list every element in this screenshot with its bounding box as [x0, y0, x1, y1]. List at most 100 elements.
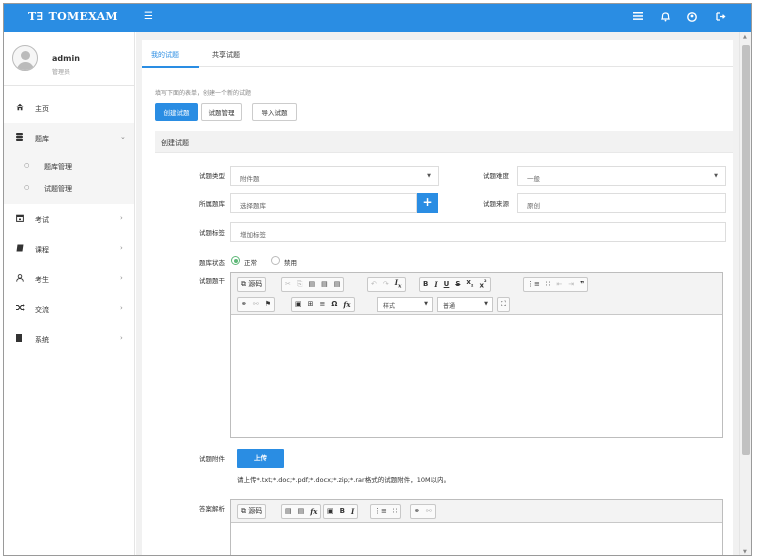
maximize-icon[interactable]: ⛶: [498, 298, 509, 311]
sidebar-subitem-label: 题库管理: [44, 163, 72, 171]
link-icon[interactable]: ⚭: [238, 298, 250, 311]
text-style-group: B I U S x₂ x²: [419, 277, 491, 292]
analysis-label: 答案解析: [199, 505, 225, 513]
avatar[interactable]: [12, 45, 38, 71]
image-icon[interactable]: ▣: [292, 298, 305, 311]
sidebar-item-system[interactable]: 系统 ›: [4, 324, 134, 354]
sidebar-item-question-bank[interactable]: 题库 ⌄: [4, 123, 134, 153]
sidebar-item-forum[interactable]: 交流 ›: [4, 294, 134, 324]
unlink-icon[interactable]: ⚯: [423, 505, 435, 518]
source-button[interactable]: ⧉ 源码: [237, 504, 267, 519]
content-panel: 我的试题 共享试题 填写下面的表单，创建一个新的试题 创建试题 试题管理 导入试…: [142, 40, 733, 555]
sidebar-subitem-bank-manage[interactable]: ○ 题库管理: [4, 156, 134, 178]
scroll-up-icon[interactable]: ▲: [743, 34, 747, 40]
source-button[interactable]: ⧉ 源码: [237, 277, 267, 292]
paste-word-icon[interactable]: ▤: [295, 505, 308, 518]
status-normal-radio[interactable]: [231, 256, 240, 265]
sidebar-item-label: 课程: [35, 246, 49, 254]
home-icon: [16, 103, 24, 113]
upload-button[interactable]: 上传: [237, 449, 284, 468]
add-bank-button[interactable]: +: [417, 193, 438, 213]
chevron-down-icon: ⌄: [120, 133, 126, 141]
redo-icon[interactable]: ↷: [380, 278, 392, 291]
formula-icon[interactable]: fx: [340, 298, 353, 311]
anchor-icon[interactable]: ⚑: [262, 298, 274, 311]
chevron-right-icon: ›: [120, 304, 123, 312]
blockquote-icon[interactable]: ❞: [577, 278, 587, 291]
maximize-group: ⛶: [497, 297, 510, 312]
caret-down-icon: ▼: [427, 173, 431, 179]
bulleted-list-icon[interactable]: ∷: [390, 505, 400, 518]
strikethrough-icon[interactable]: S: [452, 278, 463, 291]
paste-icon[interactable]: ▤: [305, 278, 318, 291]
difficulty-select[interactable]: 一般 ▼: [517, 166, 726, 186]
vertical-scrollbar[interactable]: ▲ ▼: [739, 32, 751, 555]
format-dropdown[interactable]: 普通 ▼: [437, 297, 493, 312]
cut-icon[interactable]: ✂: [282, 278, 294, 291]
bulleted-list-icon[interactable]: ∷: [543, 278, 553, 291]
list-icon[interactable]: [633, 12, 643, 22]
sidebar-item-exam[interactable]: 考试 ›: [4, 204, 134, 234]
attachment-label: 试题附件: [199, 455, 225, 463]
remove-format-icon[interactable]: Ix: [392, 276, 405, 293]
undo-icon[interactable]: ↶: [368, 278, 380, 291]
analysis-editor[interactable]: ⧉ 源码 ▤ ▤ fx ▣ B I ⋮≡ ∷ ⚭ ⚯: [230, 499, 723, 555]
link-icon[interactable]: ⚭: [411, 505, 423, 518]
numbered-list-icon[interactable]: ⋮≡: [524, 278, 543, 291]
type-select[interactable]: 附件题 ▼: [230, 166, 439, 186]
underline-icon[interactable]: U: [441, 278, 453, 291]
horizontal-line-icon[interactable]: ≡: [317, 298, 329, 311]
upload-hint: 请上传*.txt;*.doc;*.pdf;*.docx;*.zip;*.rar格…: [237, 476, 451, 484]
import-questions-button[interactable]: 导入试题: [252, 103, 297, 121]
stem-editor[interactable]: ⧉ 源码 ✂ ⎘ ▤ ▤ ▤ ↶ ↷ Ix B I U S x₂ x² ⋮≡ ∷…: [230, 272, 723, 438]
style-dropdown[interactable]: 样式 ▼: [377, 297, 433, 312]
format-dropdown-label: 普通: [443, 303, 456, 310]
superscript-icon[interactable]: x²: [476, 277, 489, 292]
copy-icon[interactable]: ⎘: [294, 278, 306, 291]
tab-my-questions[interactable]: 我的试题: [151, 50, 179, 60]
logo[interactable]: T∃ TOMEXAM: [28, 10, 118, 23]
italic-icon[interactable]: I: [348, 505, 357, 518]
tab-shared-questions[interactable]: 共享试题: [212, 50, 240, 60]
sign-out-icon[interactable]: [716, 12, 726, 23]
status-label: 题库状态: [199, 259, 225, 267]
unlink-icon[interactable]: ⚯: [250, 298, 262, 311]
scroll-down-icon[interactable]: ▼: [743, 549, 747, 555]
sidebar-subitem-question-manage[interactable]: ○ 试题管理: [4, 178, 134, 200]
manage-questions-button[interactable]: 试题管理: [201, 103, 242, 121]
sidebar-item-candidate[interactable]: 考生 ›: [4, 264, 134, 294]
sidebar-submenu: ○ 题库管理 ○ 试题管理: [4, 153, 134, 204]
link-group: ⚭ ⚯ ⚑: [237, 297, 276, 312]
user-circle-icon[interactable]: [687, 12, 697, 24]
numbered-list-icon[interactable]: ⋮≡: [371, 505, 390, 518]
table-icon[interactable]: ⊞: [305, 298, 317, 311]
status-disabled-radio[interactable]: [271, 256, 280, 265]
outdent-icon[interactable]: ⇤: [553, 278, 565, 291]
scrollbar-thumb[interactable]: [742, 45, 750, 455]
formula-icon[interactable]: fx: [307, 505, 320, 518]
bold-icon[interactable]: B: [337, 505, 348, 518]
paste-word-icon[interactable]: ▤: [331, 278, 344, 291]
subscript-icon[interactable]: x₂: [463, 276, 476, 292]
source-input[interactable]: 原创: [517, 193, 726, 213]
indent-icon[interactable]: ⇥: [565, 278, 577, 291]
sidebar-item-label: 交流: [35, 306, 49, 314]
paste-text-icon[interactable]: ▤: [318, 278, 331, 291]
image-icon[interactable]: ▣: [324, 505, 337, 518]
sidebar-item-course[interactable]: 课程 ›: [4, 234, 134, 264]
tags-input[interactable]: 增加标签: [230, 222, 726, 242]
sidebar-item-label: 题库: [35, 135, 49, 143]
paste-text-icon[interactable]: ▤: [282, 505, 295, 518]
sidebar-item-home[interactable]: 主页: [4, 93, 134, 123]
italic-icon[interactable]: I: [431, 278, 440, 291]
create-question-button[interactable]: 创建试题: [155, 103, 198, 121]
chevron-right-icon: ›: [120, 334, 123, 342]
sidebar-item-label: 主页: [35, 105, 49, 113]
bell-icon[interactable]: [661, 12, 670, 24]
bank-placeholder: 选择题库: [240, 202, 266, 210]
circle-icon: ○: [24, 162, 30, 169]
bold-icon[interactable]: B: [420, 278, 431, 291]
special-char-icon[interactable]: Ω: [328, 298, 340, 311]
menu-toggle-icon[interactable]: ☰: [144, 11, 153, 22]
bank-input[interactable]: 选择题库: [230, 193, 417, 213]
